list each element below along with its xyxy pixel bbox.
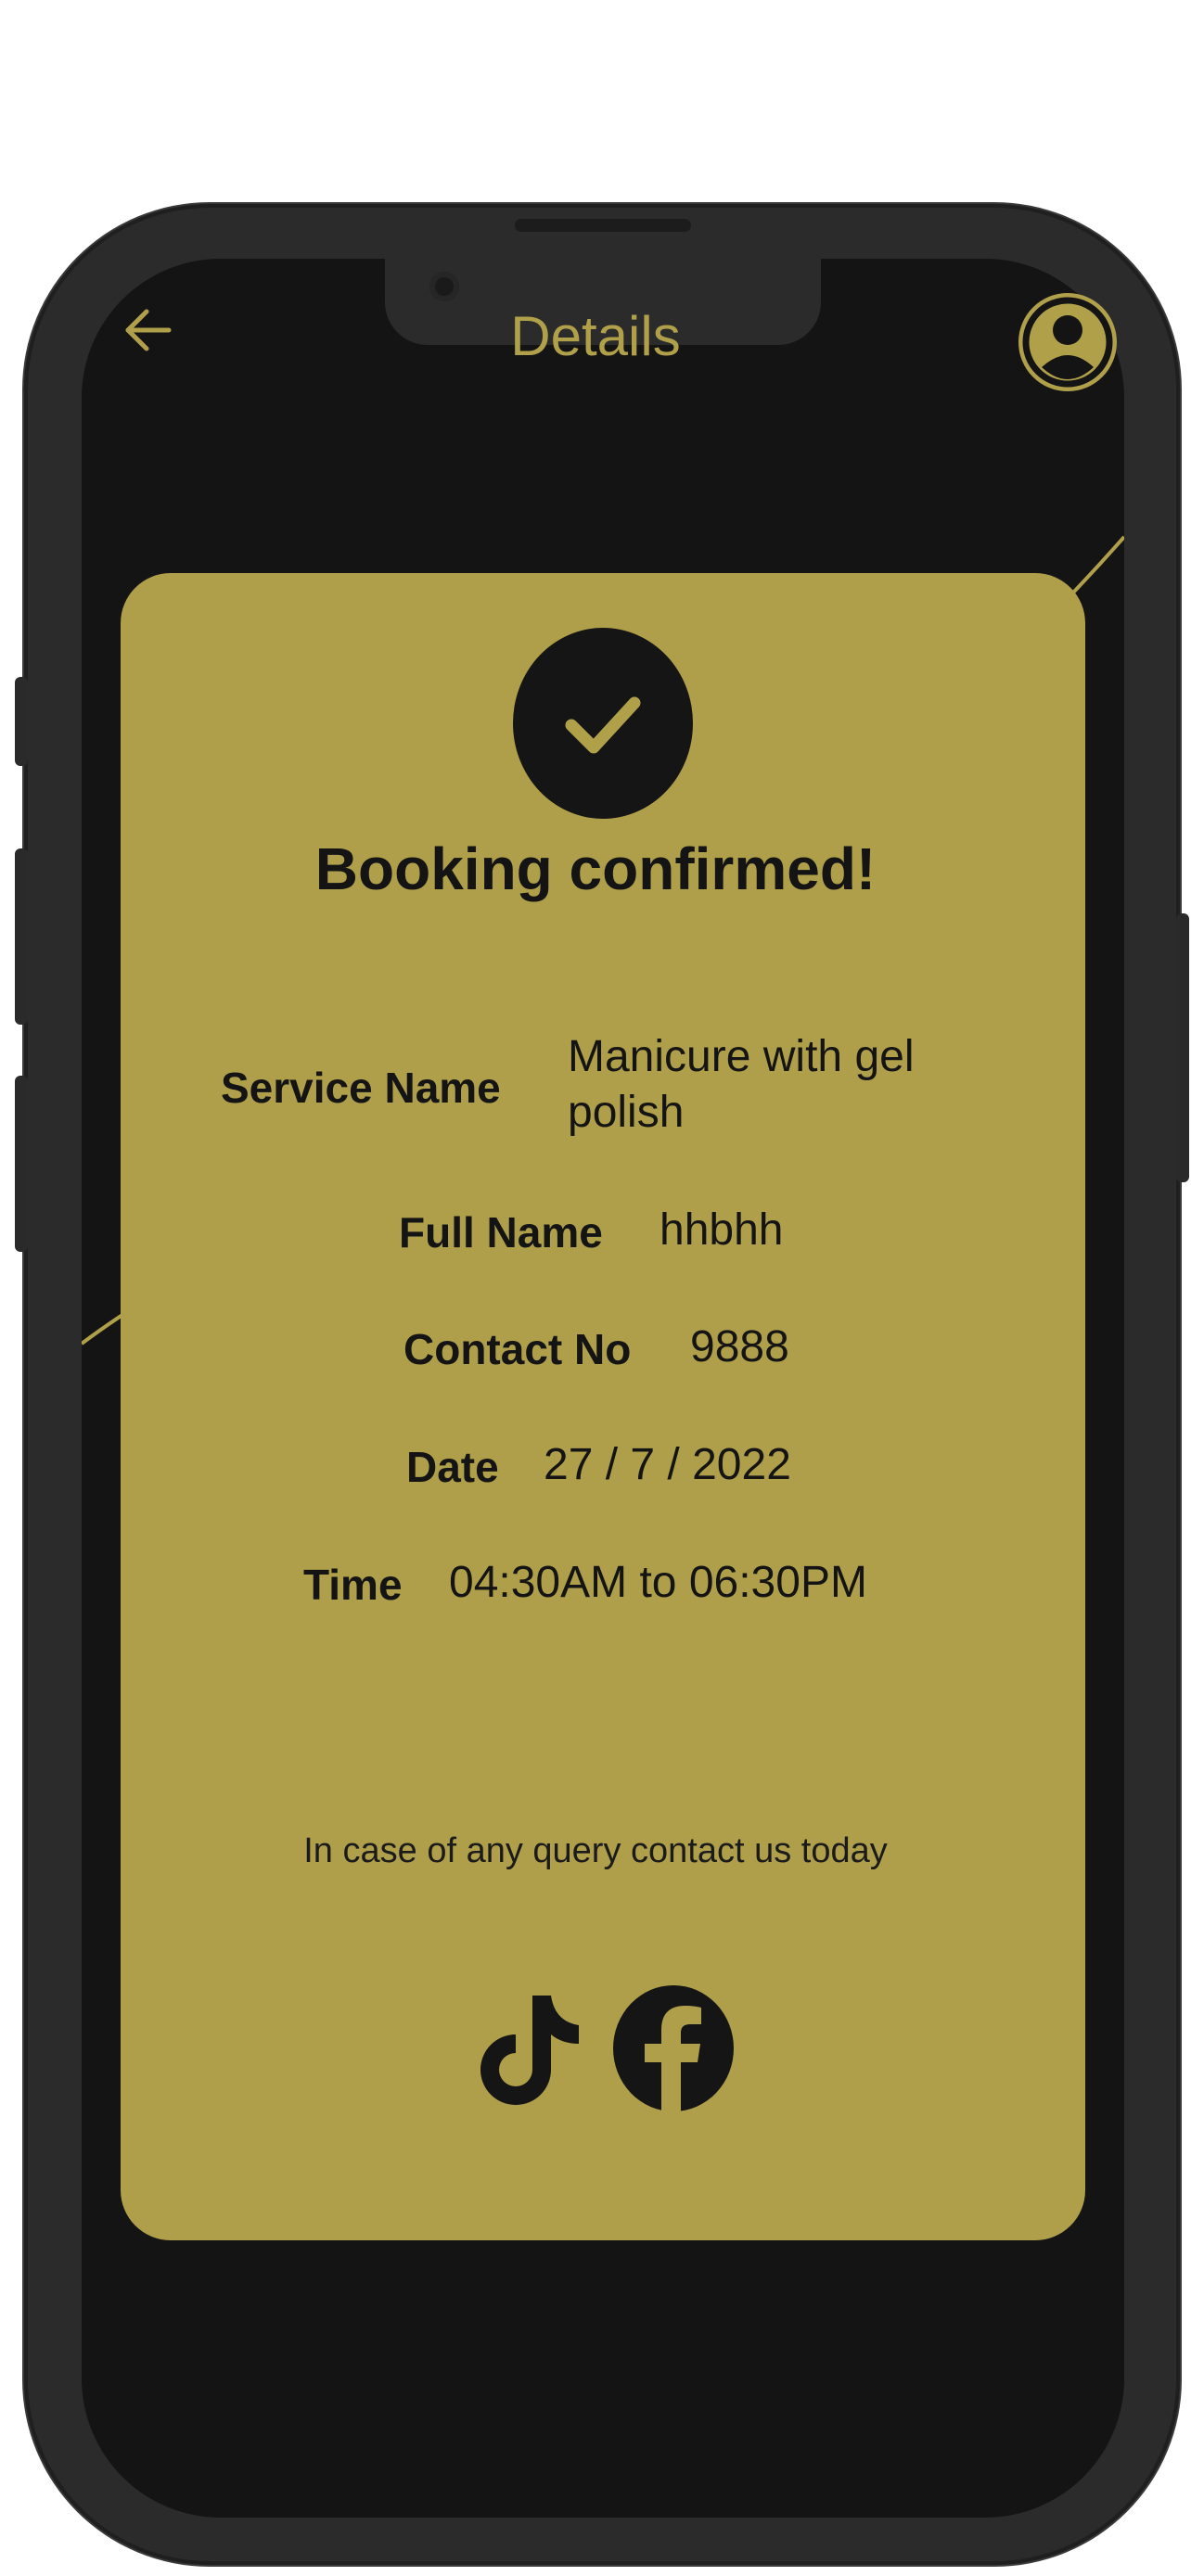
full-name-value: hhbhh: [660, 1205, 784, 1255]
service-name-label: Service Name: [221, 1064, 501, 1112]
user-avatar-icon: [1022, 297, 1113, 388]
profile-button[interactable]: [1018, 293, 1117, 391]
power-button: [1176, 913, 1189, 1182]
full-name-label: Full Name: [399, 1208, 603, 1256]
back-button[interactable]: [121, 302, 176, 358]
tiktok-icon: [480, 1996, 579, 2105]
query-text: In case of any query contact us today: [303, 1831, 888, 1870]
facebook-icon: [613, 1985, 734, 2111]
check-icon: [565, 696, 641, 754]
tiktok-button[interactable]: [479, 1990, 583, 2109]
facebook-button[interactable]: [612, 1984, 735, 2112]
page-title: Details: [510, 305, 681, 367]
service-name-value-line1: Manicure with gel: [568, 1032, 915, 1081]
front-camera: [429, 272, 459, 301]
volume-down-button: [15, 1076, 28, 1252]
service-name-value-line2: polish: [568, 1088, 685, 1137]
speaker-grille: [515, 219, 691, 232]
time-value: 04:30AM to 06:30PM: [449, 1558, 867, 1607]
contact-value: 9888: [690, 1322, 789, 1371]
date-value: 27 / 7 / 2022: [544, 1440, 791, 1489]
booking-card: [121, 573, 1085, 2240]
confirmation-badge: [513, 628, 693, 819]
silent-switch: [15, 677, 28, 766]
contact-label: Contact No: [403, 1325, 632, 1373]
time-label: Time: [303, 1561, 403, 1609]
arrow-left-icon: [125, 309, 172, 351]
confirmation-title: Booking confirmed!: [314, 835, 877, 902]
date-label: Date: [406, 1443, 499, 1491]
